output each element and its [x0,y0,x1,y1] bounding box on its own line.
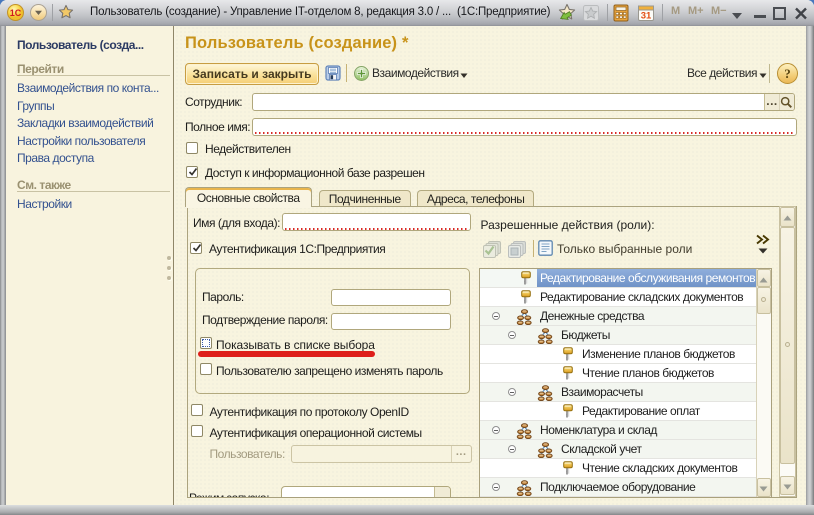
svg-text:1C: 1C [10,8,22,18]
svg-text:31: 31 [641,11,652,22]
